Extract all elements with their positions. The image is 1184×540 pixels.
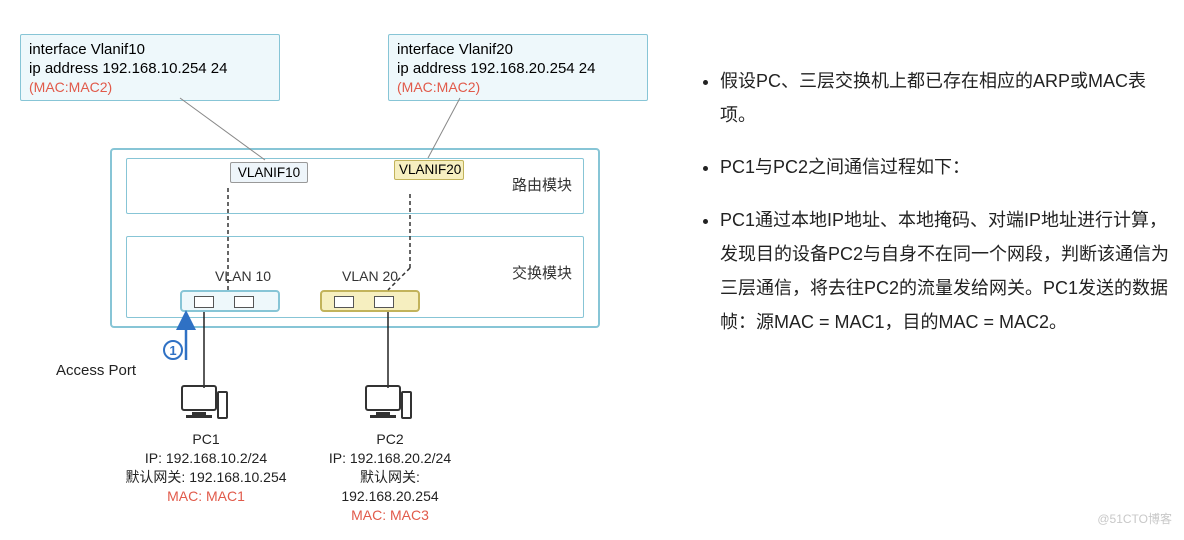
bullet-item: PC1与PC2之间通信过程如下： [720, 150, 1170, 184]
cfg-line: interface Vlanif20 [397, 41, 637, 60]
cfg-line: ip address 192.168.10.254 24 [29, 60, 269, 79]
cfg-line: interface Vlanif10 [29, 41, 269, 60]
pc-gw: 默认网关: [300, 468, 480, 487]
port-slot [194, 296, 214, 308]
port-slot [234, 296, 254, 308]
pc1-icon [180, 384, 230, 428]
vlan10-ports [180, 290, 280, 312]
pc-ip: IP: 192.168.20.2/24 [300, 449, 480, 468]
config-vlanif20: interface Vlanif20 ip address 192.168.20… [388, 34, 648, 101]
watermark: @51CTO博客 [1097, 510, 1172, 527]
port-slot [334, 296, 354, 308]
explanation-list: 假设PC、三层交换机上都已存在相应的ARP或MAC表项。 PC1与PC2之间通信… [680, 64, 1170, 357]
cfg-mac: (MAC:MAC2) [397, 79, 637, 97]
pc-gw: 192.168.20.254 [300, 487, 480, 506]
network-diagram: interface Vlanif10 ip address 192.168.10… [0, 0, 660, 537]
port-slot [374, 296, 394, 308]
vlanif20-badge: VLANIF20 [394, 160, 464, 180]
pc1-info: PC1 IP: 192.168.10.2/24 默认网关: 192.168.10… [116, 430, 296, 506]
pc-mac: MAC: MAC3 [300, 506, 480, 525]
bullet-item: 假设PC、三层交换机上都已存在相应的ARP或MAC表项。 [720, 64, 1170, 132]
vlan20-label: VLAN 20 [342, 268, 398, 284]
pc-ip: IP: 192.168.10.2/24 [116, 449, 296, 468]
pc-mac: MAC: MAC1 [116, 487, 296, 506]
access-port-label: Access Port [56, 362, 136, 379]
pc-name: PC1 [116, 430, 296, 449]
vlan10-label: VLAN 10 [215, 268, 271, 284]
config-vlanif10: interface Vlanif10 ip address 192.168.10… [20, 34, 280, 101]
cfg-line: ip address 192.168.20.254 24 [397, 60, 637, 79]
routing-module-label: 路由模块 [512, 174, 572, 195]
pc2-icon [364, 384, 414, 428]
pc-gw: 默认网关: 192.168.10.254 [116, 468, 296, 487]
step-1-badge: 1 [163, 340, 183, 360]
pc-name: PC2 [300, 430, 480, 449]
cfg-mac: (MAC:MAC2) [29, 79, 269, 97]
bullet-item: PC1通过本地IP地址、本地掩码、对端IP地址进行计算，发现目的设备PC2与自身… [720, 203, 1170, 340]
vlanif10-badge: VLANIF10 [230, 162, 308, 183]
switching-module-label: 交换模块 [512, 262, 572, 283]
pc2-info: PC2 IP: 192.168.20.2/24 默认网关: 192.168.20… [300, 430, 480, 524]
vlan20-ports [320, 290, 420, 312]
